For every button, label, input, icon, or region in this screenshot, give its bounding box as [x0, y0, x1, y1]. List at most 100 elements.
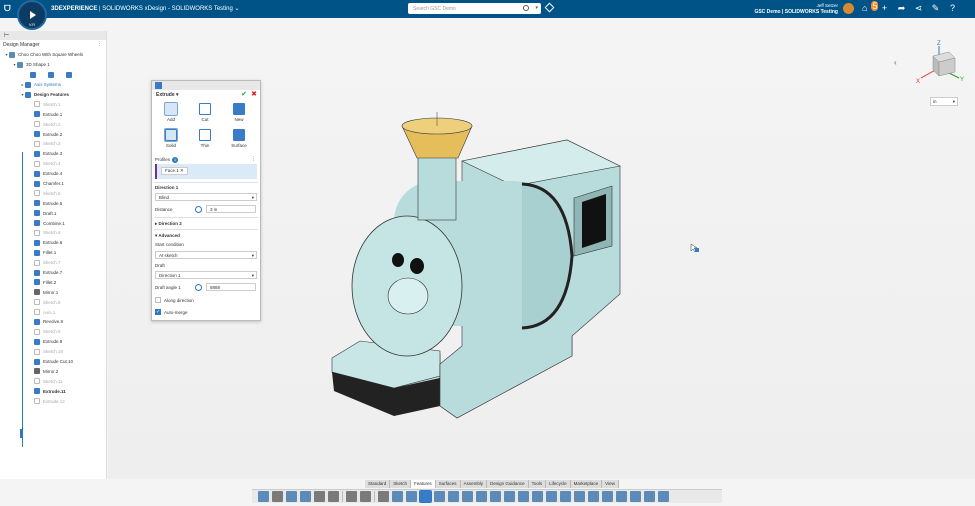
sketch-icon[interactable] [392, 491, 403, 502]
undo-icon[interactable] [346, 491, 357, 502]
cut-button[interactable]: Cut [195, 103, 215, 122]
user-info[interactable]: Jeff Setzer GSC Demo | SOLIDWORKS Testin… [754, 2, 838, 16]
tree-item[interactable]: Sketch.1 [0, 99, 106, 109]
tree-item[interactable]: ▾ Choo Choo With Square Wheels [0, 50, 106, 60]
save-icon[interactable] [286, 491, 297, 502]
search-icon[interactable] [523, 5, 529, 11]
add-button[interactable]: Add [161, 102, 181, 122]
distance-input[interactable]: 3 in [206, 205, 256, 213]
tab-marketplace[interactable]: Marketplace [571, 480, 603, 488]
redo-icon[interactable] [360, 491, 371, 502]
tab-surfaces[interactable]: Surfaces [436, 480, 461, 488]
tree-item[interactable]: ▾ Design Features [0, 90, 106, 100]
tree-item[interactable]: Fillet.1 [0, 248, 106, 258]
view-cube[interactable]: Z X Y [915, 40, 970, 90]
network-icon[interactable]: ⋖ [913, 3, 924, 14]
fillet-icon[interactable] [476, 491, 487, 502]
combine-icon[interactable] [588, 491, 599, 502]
mirror-icon[interactable] [546, 491, 557, 502]
tree-item[interactable]: Mirror.2 [0, 367, 106, 377]
tab-assembly[interactable]: Assembly [461, 480, 488, 488]
draft-select[interactable]: Direction 1 ▾ [155, 271, 257, 279]
panel-drag-bar[interactable] [152, 81, 260, 90]
flip-direction-icon[interactable] [195, 206, 202, 213]
rib-icon[interactable] [574, 491, 585, 502]
tab-sketch[interactable]: Sketch [390, 480, 412, 488]
origin-icon[interactable] [66, 71, 72, 78]
draft-icon[interactable] [518, 491, 529, 502]
tree-item[interactable]: Sketch.6 [0, 228, 106, 238]
profiles-selection-box[interactable]: Face.1 ✕ [155, 164, 257, 179]
help-icon[interactable] [378, 491, 389, 502]
tree-item[interactable]: Chamfer.1 [0, 179, 106, 189]
advanced-toggle[interactable]: ▾ Advanced [155, 233, 180, 239]
along-direction-checkbox[interactable] [155, 297, 161, 303]
locomotive-model[interactable] [322, 106, 627, 421]
split-icon[interactable] [602, 491, 613, 502]
solid-button[interactable]: Solid [161, 128, 181, 148]
cancel-icon[interactable]: ✖ [251, 90, 257, 98]
share-icon[interactable]: ➦ [896, 3, 907, 14]
tree-item[interactable]: Sketch.8 [0, 297, 106, 307]
plane-icon[interactable] [30, 71, 36, 78]
part-icon[interactable] [258, 491, 269, 502]
tree-item[interactable]: ▾ 3D Shape 1 [0, 60, 106, 70]
end-condition-select[interactable]: Blind ▾ [155, 193, 257, 201]
tree-item[interactable]: Sketch.2 [0, 119, 106, 129]
tree-item[interactable]: Sketch.4 [0, 159, 106, 169]
tree-item[interactable]: Extrude Cut.10 [0, 357, 106, 367]
loft-icon[interactable] [462, 491, 473, 502]
tree-item[interactable]: Extrude.2 [0, 129, 106, 139]
tree-item[interactable]: Mirror.1 [0, 287, 106, 297]
tools-icon[interactable]: ✎ [930, 3, 941, 14]
hole-icon[interactable] [560, 491, 571, 502]
panel-title[interactable]: Extrude ▾ [156, 92, 179, 98]
surface-button[interactable]: Surface [229, 129, 249, 148]
tab-design-guidance[interactable]: Design Guidance [487, 480, 529, 488]
tree-item[interactable]: Extrude.9 [0, 337, 106, 347]
copy-icon[interactable] [314, 491, 325, 502]
line-icon[interactable] [406, 491, 417, 502]
search-input[interactable]: Search GSC Demo ▾ [408, 3, 541, 14]
play-icon[interactable] [30, 11, 36, 19]
tree-item[interactable]: Extrude.12 [0, 396, 106, 406]
shell-icon[interactable] [504, 491, 515, 502]
notifications-icon[interactable]: ⌂ 5 [862, 1, 879, 14]
tree-item[interactable]: ▸ Axis Systems [0, 80, 106, 90]
scale-icon[interactable] [630, 491, 641, 502]
chamfer-icon[interactable] [490, 491, 501, 502]
help-icon[interactable]: ? [947, 3, 958, 14]
tree-item[interactable]: Sketch.9 [0, 327, 106, 337]
wrap-icon[interactable] [658, 491, 669, 502]
tab-view[interactable]: View [602, 480, 619, 488]
tab-standard[interactable]: Standard [365, 480, 391, 488]
automerge-checkbox[interactable]: ✓ [155, 309, 161, 315]
tree-item[interactable]: Draft.1 [0, 208, 106, 218]
tree-item[interactable]: Sketch.5 [0, 188, 106, 198]
tree-item[interactable]: Extrude.5 [0, 198, 106, 208]
confirm-icon[interactable]: ✔ [241, 90, 247, 98]
compass-widget[interactable]: V.R [17, 0, 47, 30]
extrude-icon[interactable] [419, 490, 432, 503]
tree-item[interactable]: Fillet.2 [0, 277, 106, 287]
import-icon[interactable] [272, 491, 283, 502]
tree-item[interactable]: Extrude.6 [0, 238, 106, 248]
settings-icon[interactable] [300, 491, 311, 502]
thin-button[interactable]: Thin [195, 129, 215, 148]
more-options-icon[interactable]: ⋮ [251, 156, 256, 162]
start-condition-select[interactable]: At sketch ▾ [155, 251, 257, 259]
tab-features[interactable]: Features [411, 480, 436, 488]
tree-item[interactable]: Combine.1 [0, 218, 106, 228]
thicken-icon[interactable] [644, 491, 655, 502]
pattern-icon[interactable] [532, 491, 543, 502]
ds-logo-icon[interactable]: ᗜ [4, 4, 11, 14]
more-options-icon[interactable]: ⋮ [97, 41, 102, 47]
gear-icon[interactable] [328, 491, 339, 502]
draft-angle-input[interactable]: 8888 [206, 283, 256, 291]
revolve-icon[interactable] [434, 491, 445, 502]
tree-item[interactable]: Extrude.4 [0, 169, 106, 179]
tree-item[interactable]: Extrude.3 [0, 149, 106, 159]
tree-item[interactable]: Revolve.8 [0, 317, 106, 327]
tab-lifecycle[interactable]: Lifecycle [546, 480, 571, 488]
sweep-icon[interactable] [448, 491, 459, 502]
